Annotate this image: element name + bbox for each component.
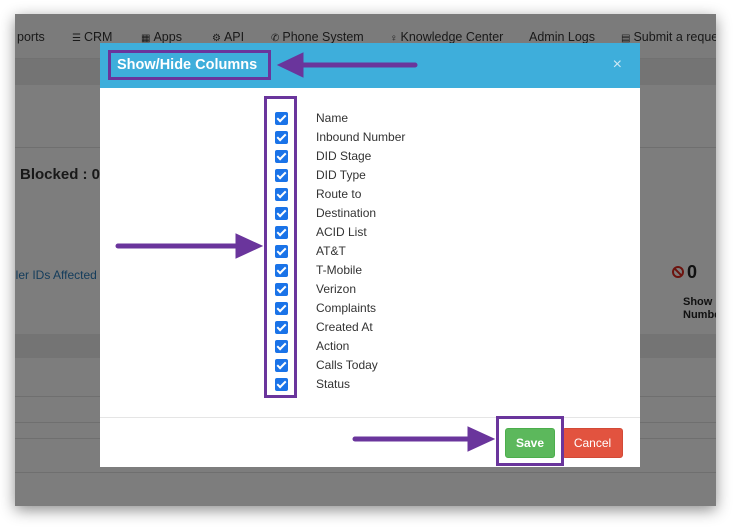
arrow-head-save [467, 426, 496, 452]
arrow-head-title [276, 52, 304, 78]
arrow-head-checkboxes [235, 233, 264, 259]
annotation-arrows [115, 52, 496, 452]
